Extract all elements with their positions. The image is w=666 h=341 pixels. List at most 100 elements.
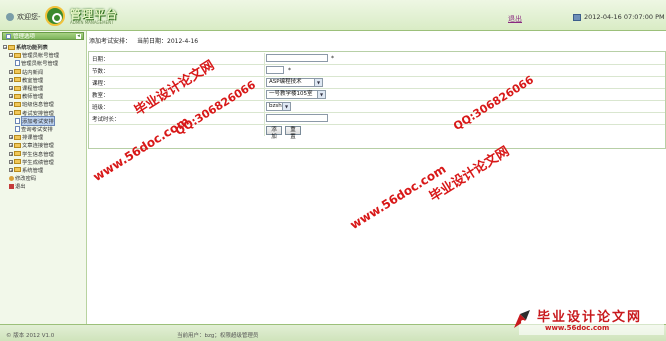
period-label: 节数： xyxy=(92,69,109,75)
footer-version: © 版本 2012 V1.0 xyxy=(6,333,55,339)
folder-icon xyxy=(14,110,21,116)
plus-icon[interactable]: + xyxy=(9,167,13,172)
folder-icon xyxy=(14,167,21,173)
required-mark: * xyxy=(331,55,334,62)
add-button[interactable]: 添加 xyxy=(266,126,282,140)
sidebar-item[interactable]: 修改密码 xyxy=(3,174,85,182)
sidebar-item[interactable]: 查询考试安排 xyxy=(3,125,85,133)
pen-logo-icon xyxy=(514,310,530,328)
plus-icon[interactable]: + xyxy=(9,94,13,99)
current-date: 2012-4-16 xyxy=(167,38,199,45)
classroom-select[interactable]: 一号教学楼105室 ▼ xyxy=(266,90,326,99)
folder-icon xyxy=(14,69,21,75)
reset-button[interactable]: 重置 xyxy=(285,126,301,140)
welcome-text: 欢迎您- xyxy=(17,13,41,21)
page-title: 添加考试安排： xyxy=(89,38,132,45)
folder-icon xyxy=(14,93,21,99)
folder-icon xyxy=(14,77,21,83)
chevron-down-icon[interactable]: ▼ xyxy=(317,91,325,98)
user-icon xyxy=(6,13,14,21)
sidebar-item[interactable]: + 站内新闻 xyxy=(3,68,85,76)
sidebar-item-label: 文章连接管理 xyxy=(22,143,54,150)
logout-link[interactable]: 退出 xyxy=(508,14,522,24)
sidebar-item[interactable]: − 管理员帐号管理 xyxy=(3,51,85,59)
sidebar-header: 管理选项 ◂ xyxy=(2,32,84,40)
sidebar-item-label: 学生信息管理 xyxy=(22,151,54,158)
classroom-select-value: 一号教学楼105室 xyxy=(269,91,313,97)
sidebar-item[interactable]: + 系统管理 xyxy=(3,166,85,174)
plus-icon[interactable]: + xyxy=(9,102,13,107)
plus-icon[interactable]: + xyxy=(9,159,13,164)
duration-input[interactable] xyxy=(266,114,328,122)
class-label: 班级： xyxy=(92,105,109,111)
sidebar-item-label: 教师管理 xyxy=(22,94,44,101)
plus-icon[interactable]: + xyxy=(9,143,13,148)
sidebar-title: 管理选项 xyxy=(13,34,36,40)
plus-icon[interactable]: + xyxy=(9,86,13,91)
sidebar-item[interactable]: + 班级信息管理 xyxy=(3,100,85,108)
sidebar-item[interactable]: 添加考试安排 xyxy=(3,115,85,126)
sidebar-item[interactable]: + 排课管理 xyxy=(3,133,85,141)
breadcrumb: 添加考试安排： 当前日期：2012-4-16 xyxy=(89,36,198,45)
sidebar-item-label: 课程管理 xyxy=(22,86,44,93)
period-input[interactable] xyxy=(266,66,284,74)
datetime-text: 2012-04-16 07:07:00 PM xyxy=(584,13,665,21)
sidebar-item-label: 排课管理 xyxy=(22,135,44,142)
collapse-icon[interactable]: ◂ xyxy=(76,33,81,39)
sidebar-item[interactable]: + 教室管理 xyxy=(3,76,85,84)
course-select[interactable]: ASP编程技术 ▼ xyxy=(266,78,323,87)
tree-root-label: 系统功能列表 xyxy=(16,45,48,52)
sidebar-item-label: 退出 xyxy=(15,184,26,191)
chevron-down-icon[interactable]: ▼ xyxy=(314,79,322,86)
sidebar-item-label: 修改密码 xyxy=(15,176,37,183)
sidebar-item-label: 学生成绩管理 xyxy=(22,159,54,166)
chevron-down-icon[interactable]: ▼ xyxy=(282,103,290,110)
classroom-label: 教室： xyxy=(92,93,109,99)
menu-icon xyxy=(6,33,11,39)
welcome-area: 欢迎您- xyxy=(6,12,41,22)
page-icon xyxy=(15,125,20,132)
plus-icon[interactable]: + xyxy=(9,135,13,140)
folder-icon xyxy=(14,151,21,157)
minus-icon[interactable]: − xyxy=(9,53,13,58)
key-icon xyxy=(9,175,14,181)
plus-icon[interactable]: + xyxy=(9,77,13,82)
folder-icon xyxy=(14,52,21,58)
date-input[interactable] xyxy=(266,54,328,62)
minus-icon[interactable]: − xyxy=(9,110,13,115)
sidebar-item-label: 管理员帐号管理 xyxy=(21,61,59,68)
sidebar-item[interactable]: + 学生信息管理 xyxy=(3,149,85,158)
logo-icon xyxy=(45,6,65,26)
sidebar-item[interactable]: 退出 xyxy=(3,182,85,190)
class-select[interactable]: bzsh ▼ xyxy=(266,102,291,111)
sidebar-item[interactable]: + 课程管理 xyxy=(3,84,85,92)
plus-icon[interactable]: + xyxy=(9,151,13,156)
sidebar-item[interactable]: 管理员帐号管理 xyxy=(3,59,85,67)
minus-icon[interactable]: − xyxy=(3,45,7,50)
tree-items: − 管理员帐号管理 管理员帐号管理 + 站内新闻 + 教室管理 + 课程管理 + 教师管理 + 班级信息… xyxy=(3,51,85,190)
sidebar-item-label: 管理员帐号管理 xyxy=(22,53,60,60)
folder-icon xyxy=(14,159,21,165)
course-label: 课程： xyxy=(92,81,109,87)
folder-icon xyxy=(14,101,21,107)
calendar-icon xyxy=(573,13,581,21)
sidebar-item-label: 系统管理 xyxy=(22,167,44,174)
tree-root[interactable]: − 系统功能列表 xyxy=(3,43,85,51)
sidebar-item-label: 查询考试安排 xyxy=(21,126,53,133)
sidebar-item-label: 站内新闻 xyxy=(22,69,44,76)
sidebar-item[interactable]: + 教师管理 xyxy=(3,92,85,100)
plus-icon[interactable]: + xyxy=(9,69,13,74)
sidebar-item[interactable]: + 学生成绩管理 xyxy=(3,158,85,166)
date-label: 日期： xyxy=(92,57,109,63)
class-select-value: bzsh xyxy=(269,103,282,109)
corner-brand-cn: 毕业设计论文网 xyxy=(537,310,643,325)
folder-icon xyxy=(14,134,21,140)
sidebar-item-label: 教室管理 xyxy=(22,77,44,84)
folder-icon xyxy=(14,85,21,91)
sidebar-tree: − 系统功能列表 − 管理员帐号管理 管理员帐号管理 + 站内新闻 + 教室管理 + 课程管理 +… xyxy=(3,43,85,190)
date-label: 当前日期： xyxy=(137,38,168,45)
sidebar-item[interactable]: + 文章连接管理 xyxy=(3,141,85,149)
corner-brand-url: www.56doc.com xyxy=(545,324,610,332)
datetime-display: 2012-04-16 07:07:00 PM xyxy=(573,13,665,21)
folder-icon xyxy=(14,142,21,148)
